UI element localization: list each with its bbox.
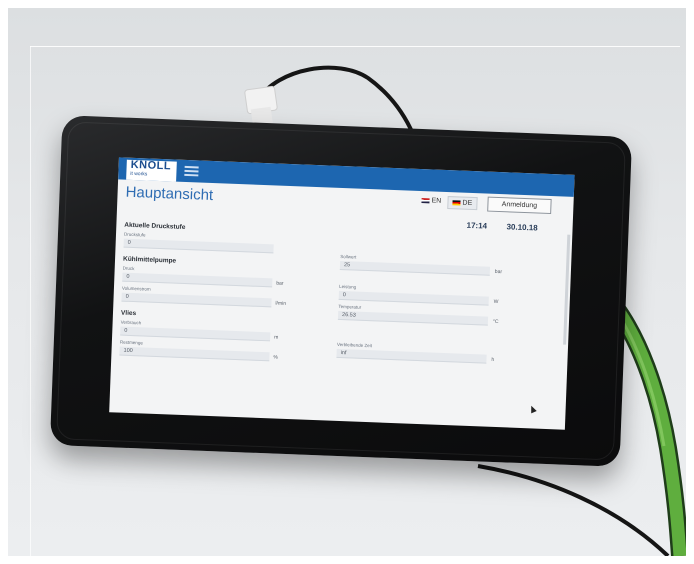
temperatur-unit: °C [492,318,499,326]
uk-flag-icon [421,197,430,203]
volumenstrom-field: 0 [121,292,272,308]
language-en-button[interactable]: EN [417,195,445,207]
top-bar: KNOLL it works [118,157,575,197]
page-title: Hauptansicht [125,183,214,205]
volumenstrom-label: Volumenstrom [121,285,151,292]
cursor-icon [528,404,537,414]
login-button[interactable]: Anmeldung [487,196,552,215]
tablet-device: KNOLL it works Hauptansicht EN DE Anmeld… [49,115,633,467]
sollwert-label: Sollwert [340,253,357,260]
leistung-unit: W [493,298,499,306]
druck-label: Druck [122,265,135,272]
verbrauch-unit: m [274,334,279,341]
druckstufe-field: 0 [123,238,274,254]
restmenge-field: 100 [119,346,270,362]
leistung-label: Leistung [339,283,357,290]
verbrauch-field: 0 [120,326,271,342]
section-kuehlmittelpumpe: Kühlmittelpumpe [122,255,177,265]
language-de-label: DE [462,199,473,207]
photo-background: KNOLL it works Hauptansicht EN DE Anmeld… [8,8,686,556]
section-vlies: Vlies [120,309,137,318]
clock: 17:14 [466,220,488,231]
date: 30.10.18 [506,222,538,233]
sollwert-field: 25 [339,260,491,276]
druckstufe-label: Druckstufe [123,231,146,238]
verbleibende-zeit-unit: h [491,356,495,363]
temperatur-field: 26.53 [337,310,489,326]
temperatur-label: Temperatur [338,303,362,310]
verbrauch-label: Verbrauch [120,319,142,326]
druck-unit: bar [276,280,284,287]
touch-screen: KNOLL it works Hauptansicht EN DE Anmeld… [109,157,575,430]
logo: KNOLL it works [126,158,177,182]
logo-text: KNOLL [130,158,172,173]
menu-icon[interactable] [184,165,199,178]
language-de-button[interactable]: DE [447,196,478,211]
germany-flag-icon [452,199,461,206]
leistung-field: 0 [338,290,489,306]
section-druckstufe: Aktuelle Druckstufe [124,221,186,231]
volumenstrom-unit: l/min [275,300,287,307]
druck-field: 0 [122,272,273,288]
sollwert-unit: bar [494,268,503,276]
language-en-label: EN [431,197,442,205]
verbleibende-zeit-field: inf [336,348,487,364]
restmenge-unit: % [273,354,278,361]
restmenge-label: Restmenge [119,339,143,346]
verbleibende-zeit-label: Verbleibende Zeit [336,341,373,349]
scrollbar[interactable] [563,234,571,345]
logo-subtitle: it works [130,170,148,178]
